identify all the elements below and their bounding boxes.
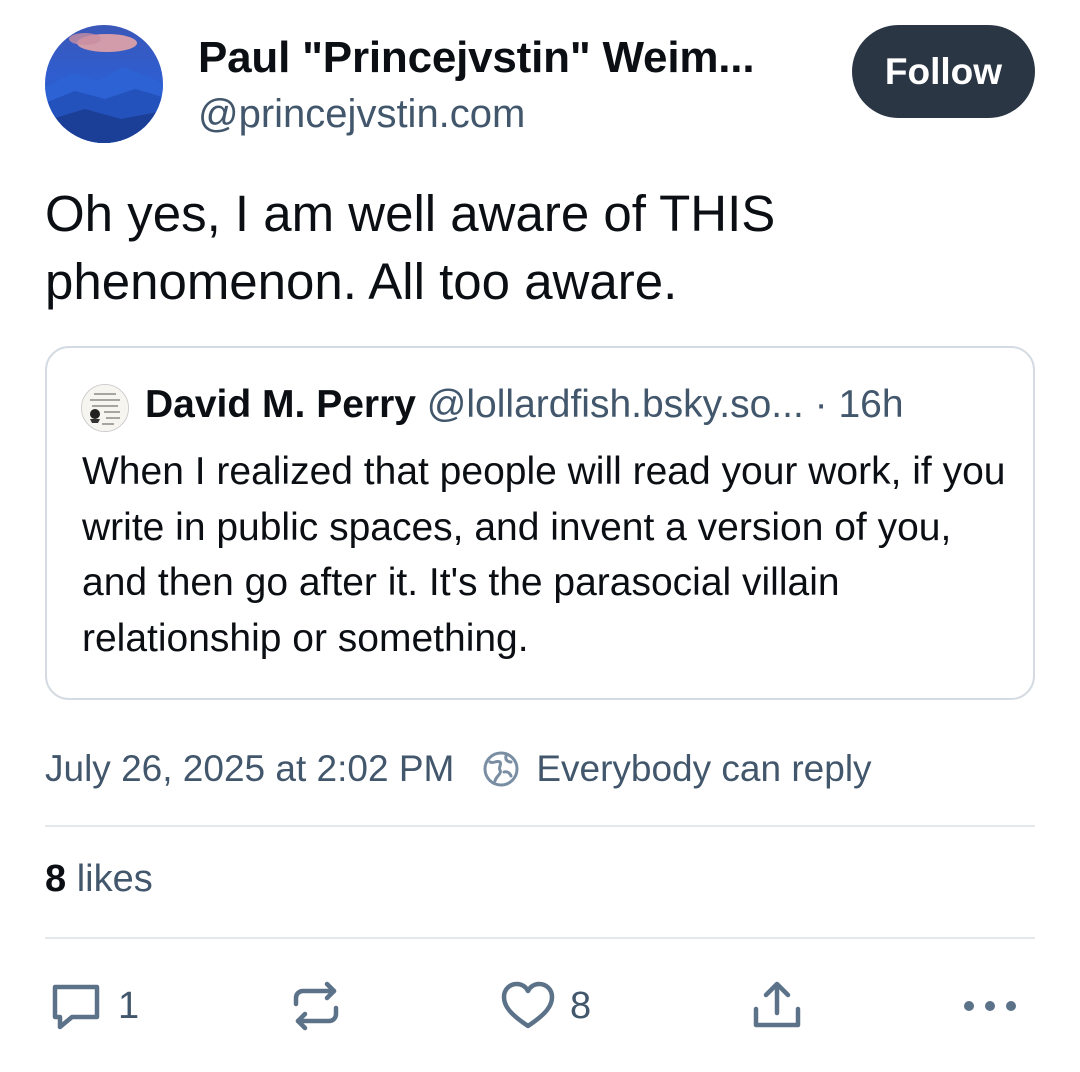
quote-author-avatar[interactable] <box>81 384 129 432</box>
reply-setting[interactable]: Everybody can reply <box>536 748 871 790</box>
author-avatar[interactable] <box>45 25 163 143</box>
share-icon <box>753 981 801 1028</box>
like-count: 8 <box>570 984 592 1027</box>
mountain-landscape-avatar <box>45 25 163 143</box>
like-button[interactable]: 8 <box>500 978 591 1034</box>
likes-label: likes <box>66 858 153 900</box>
post-meta-row: July 26, 2025 at 2:02 PM Everybody can r… <box>45 744 872 794</box>
repost-button[interactable] <box>288 978 358 1034</box>
quote-timestamp: · 16h <box>803 383 904 426</box>
post-thread-view: Paul "Princejvstin" Weim... @princejvsti… <box>0 0 1080 1072</box>
post-date: July 26, 2025 at 2:02 PM <box>45 748 455 789</box>
post-text: Oh yes, I am well aware of THIS phenomen… <box>45 185 776 310</box>
quote-text: When I realized that people will read yo… <box>82 450 1006 660</box>
quote-author-name[interactable]: David M. Perry <box>145 383 416 426</box>
repost-icon <box>293 981 339 1031</box>
reply-icon <box>52 984 100 1030</box>
globe-reply-icon <box>483 751 519 787</box>
quote-author-handle[interactable]: @lollardfish.bsky.so... <box>427 383 804 426</box>
more-options-button[interactable] <box>960 978 1020 1034</box>
divider <box>45 825 1035 827</box>
quoted-post[interactable]: David M. Perry @lollardfish.bsky.so... ·… <box>45 346 1035 700</box>
heart-icon <box>501 981 555 1029</box>
author-handle[interactable]: @princejvstin.com <box>198 92 525 137</box>
divider <box>45 937 1035 939</box>
quote-header: David M. Perry @lollardfish.bsky.so... ·… <box>145 380 904 430</box>
reply-button[interactable]: 1 <box>48 978 139 1034</box>
ellipsis-icon <box>964 1001 1016 1011</box>
handwritten-note-avatar <box>82 385 128 431</box>
reply-count: 1 <box>118 984 140 1027</box>
author-display-name[interactable]: Paul "Princejvstin" Weim... <box>198 33 755 83</box>
likes-count: 8 <box>45 858 67 900</box>
share-button[interactable] <box>750 978 804 1034</box>
follow-button[interactable]: Follow <box>852 25 1035 118</box>
likes-summary[interactable]: 8 likes <box>45 858 153 901</box>
